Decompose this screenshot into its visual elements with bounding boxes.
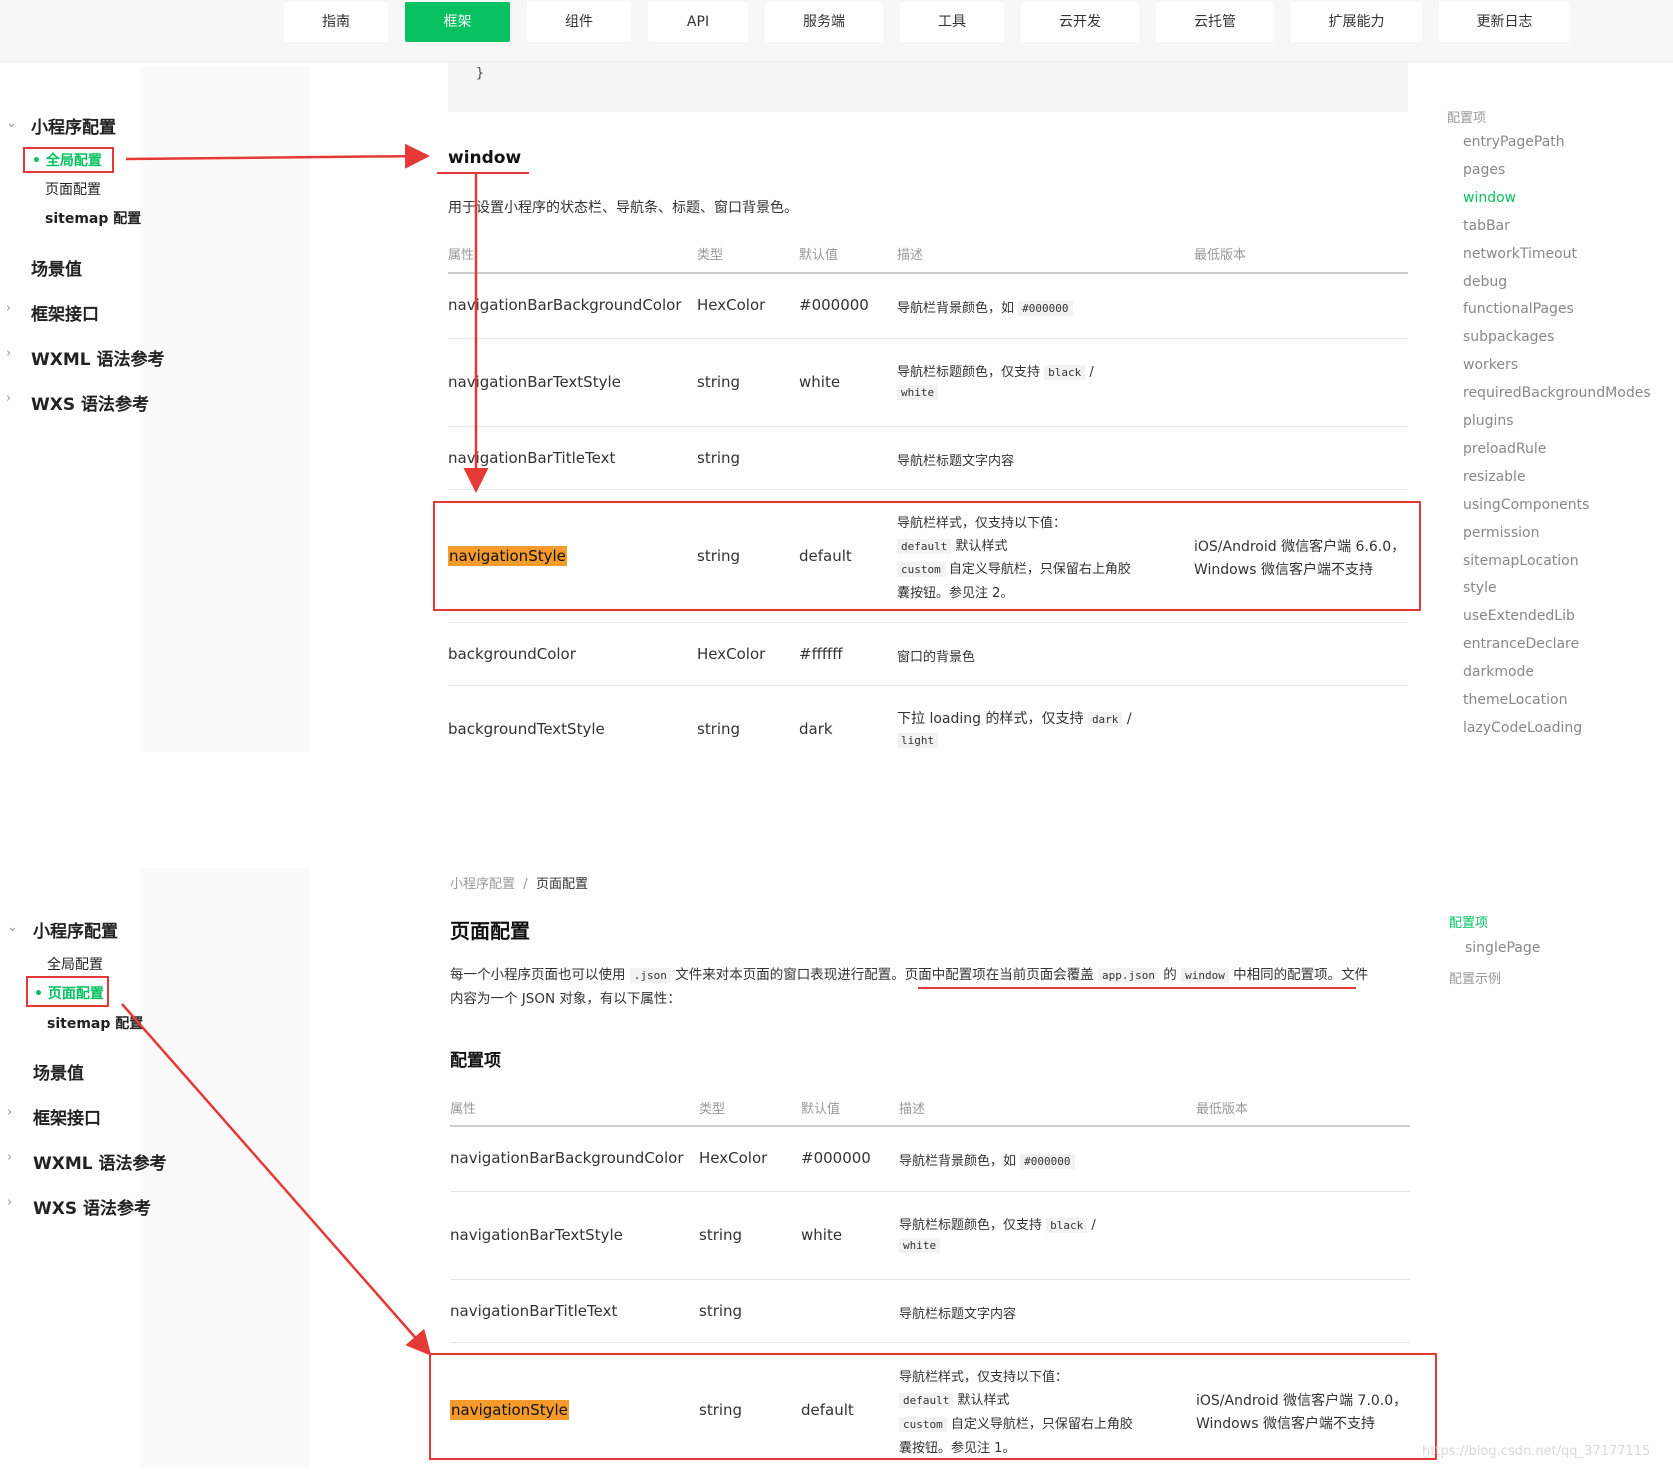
arrow-horizontal <box>125 143 430 169</box>
arrow-diagonal <box>121 1003 432 1356</box>
annotation-arrows <box>121 143 489 1356</box>
